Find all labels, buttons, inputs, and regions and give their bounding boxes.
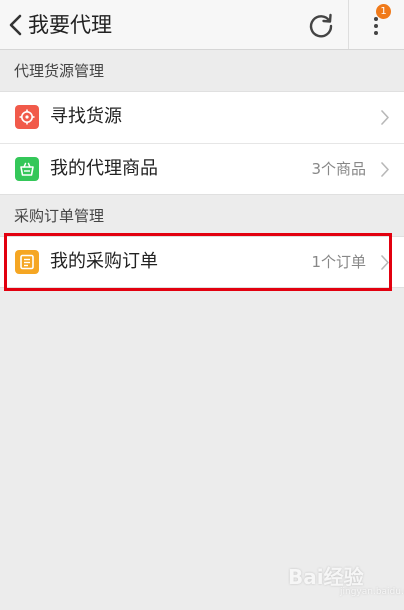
- more-dot: [374, 24, 378, 28]
- chevron-left-icon: [9, 14, 22, 36]
- watermark: Bai经验 jingyan.baidu.com: [288, 563, 404, 599]
- refresh-button[interactable]: [306, 10, 336, 40]
- list-item-label: 我的代理商品: [50, 158, 158, 179]
- item-count: 1个订单: [311, 253, 366, 271]
- more-dot: [374, 31, 378, 35]
- basket-icon: [15, 157, 39, 181]
- target-icon: [15, 105, 39, 129]
- chevron-right-icon: [380, 254, 390, 271]
- header-bar: 我要代理 1: [0, 0, 404, 50]
- chevron-right-icon: [380, 109, 390, 126]
- watermark-text: Bai经验: [288, 565, 364, 589]
- order-list-icon: [15, 250, 39, 274]
- section-title-supply: 代理货源管理: [14, 62, 105, 80]
- list-item-label: 我的采购订单: [50, 251, 158, 272]
- page-title: 我要代理: [28, 13, 112, 37]
- refresh-icon: [309, 13, 333, 38]
- back-button[interactable]: [6, 11, 28, 39]
- notification-badge: 1: [376, 4, 391, 19]
- more-dot: [374, 17, 378, 21]
- list-item-label: 寻找货源: [50, 106, 122, 127]
- list-item-my-purchase-orders[interactable]: 我的采购订单 1个订单: [0, 236, 404, 288]
- list-item-find-supply[interactable]: 寻找货源: [0, 91, 404, 143]
- watermark-subtext: jingyan.baidu.com: [340, 587, 404, 597]
- section-title-purchase: 采购订单管理: [14, 207, 105, 225]
- chevron-right-icon: [380, 161, 390, 178]
- list-item-my-agent-products[interactable]: 我的代理商品 3个商品: [0, 143, 404, 195]
- item-count: 3个商品: [311, 160, 366, 178]
- header-divider: [348, 0, 349, 49]
